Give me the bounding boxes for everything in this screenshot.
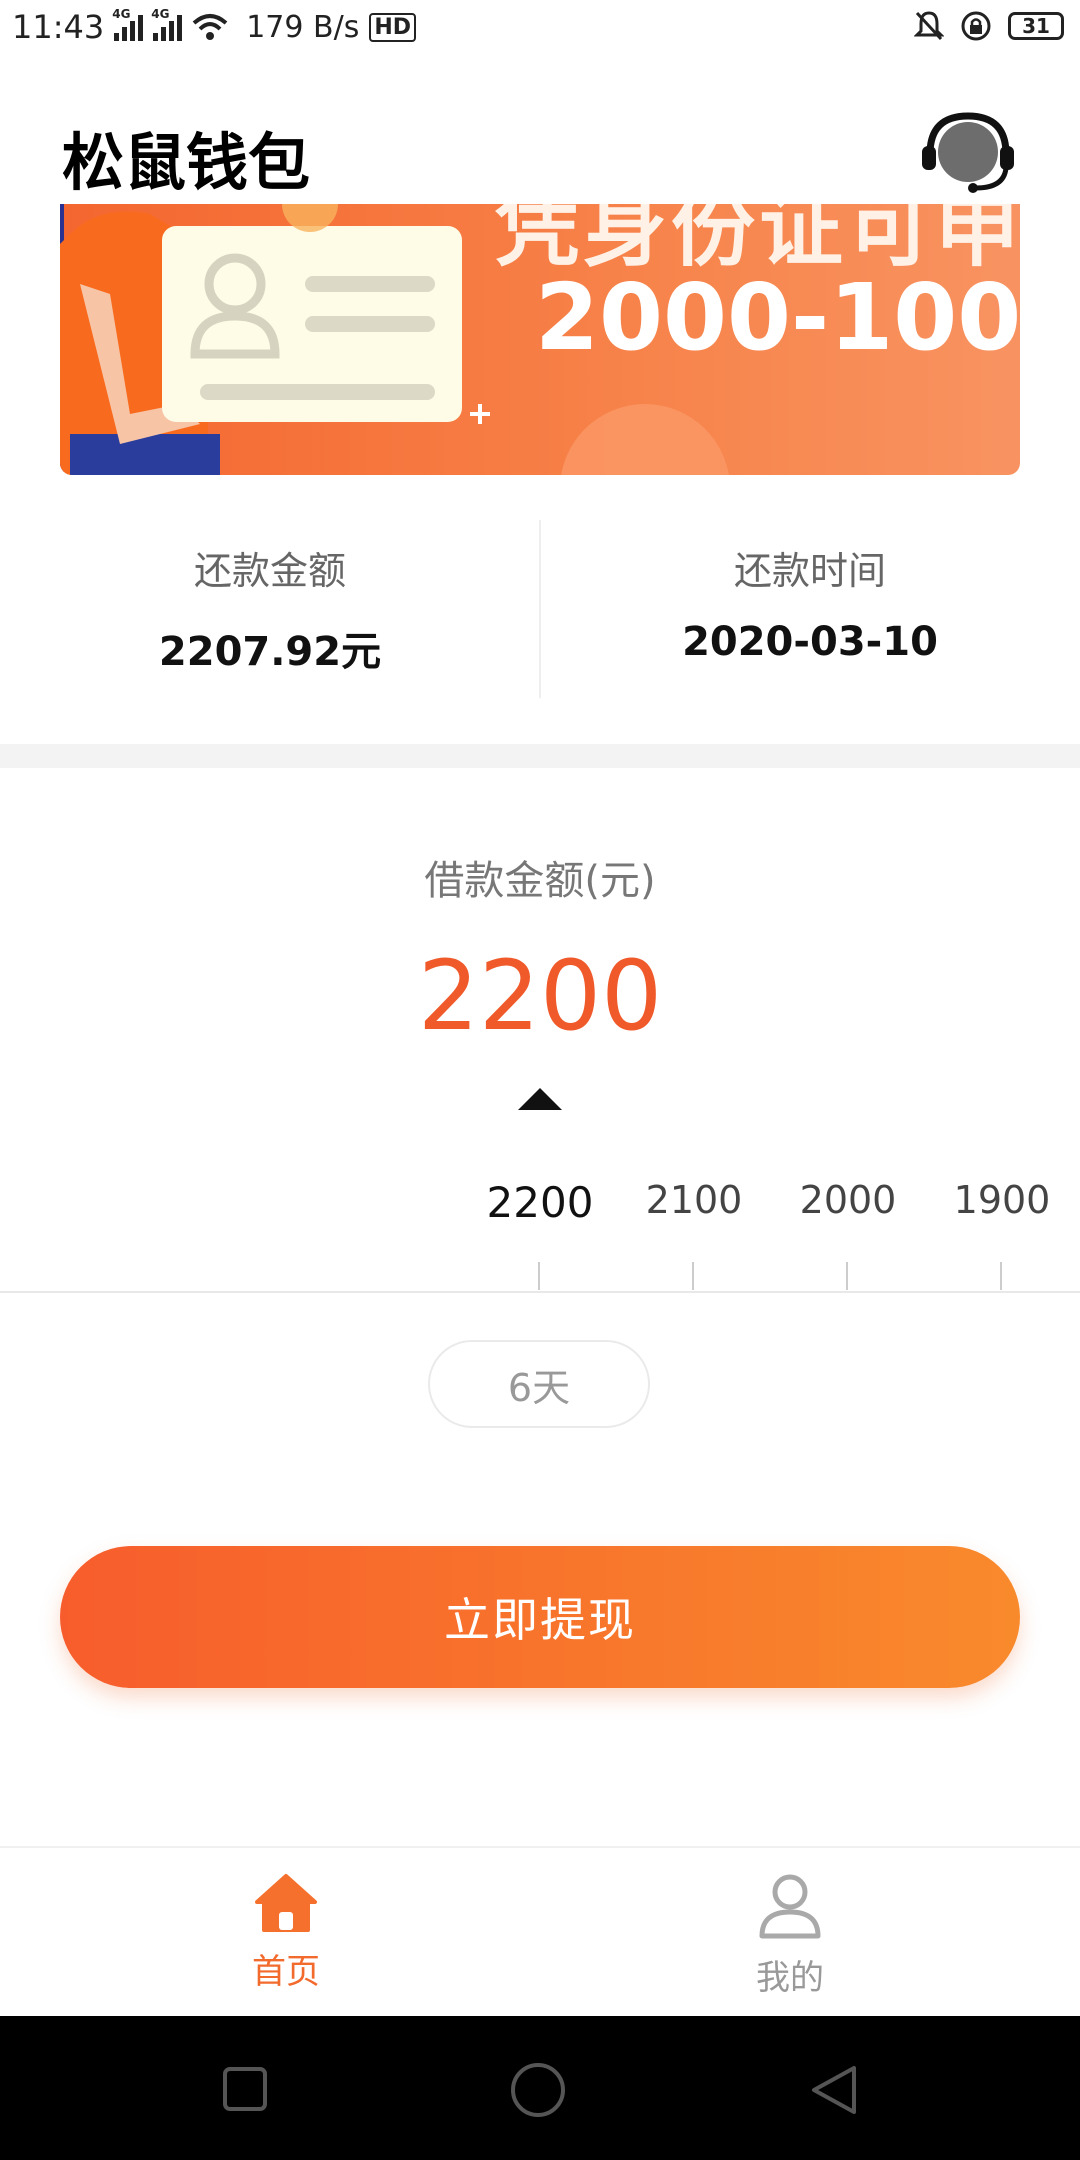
battery-indicator: 31 bbox=[1008, 12, 1064, 40]
repay-date-block: 还款时间 2020-03-10 bbox=[540, 540, 1080, 665]
signal-icon-1: 4G bbox=[112, 7, 144, 41]
nav-item-home[interactable]: 首页 bbox=[196, 1872, 376, 1993]
mute-bell-icon bbox=[914, 11, 944, 41]
system-nav-bar bbox=[0, 2016, 1080, 2160]
recent-apps-icon[interactable] bbox=[222, 2066, 268, 2112]
user-icon bbox=[759, 1874, 821, 1939]
lock-rotation-icon bbox=[961, 11, 991, 41]
ruler-value[interactable]: 1900 bbox=[942, 1178, 1062, 1222]
banner-illustration bbox=[60, 204, 490, 475]
repay-amount-block: 还款金额 2207.92元 bbox=[0, 540, 540, 677]
headset-icon[interactable] bbox=[918, 110, 1018, 194]
home-circle-icon[interactable] bbox=[510, 2062, 566, 2118]
banner-circle-decoration bbox=[560, 404, 730, 475]
page-title: 松鼠钱包 bbox=[62, 126, 311, 199]
hd-icon: HD bbox=[369, 12, 417, 42]
loan-amount-value: 2200 bbox=[417, 940, 663, 1052]
status-left: 11:43 4G 4G 179 B/s HD bbox=[12, 7, 417, 46]
banner-amount-range: 2000-10000 bbox=[535, 264, 1020, 371]
ruler-value[interactable]: 2100 bbox=[634, 1178, 754, 1222]
status-bar: 11:43 4G 4G 179 B/s HD 31 bbox=[0, 0, 1080, 56]
ruler-value[interactable]: 2000 bbox=[788, 1178, 908, 1222]
network-speed: 179 B/s bbox=[246, 9, 360, 45]
ruler-tick bbox=[846, 1262, 848, 1290]
home-icon bbox=[255, 1874, 317, 1932]
nav-label-home: 首页 bbox=[252, 1952, 320, 1992]
ruler-tick bbox=[538, 1262, 540, 1290]
nav-item-mine[interactable]: 我的 bbox=[700, 1872, 880, 1999]
back-icon[interactable] bbox=[808, 2064, 858, 2116]
status-right: 31 bbox=[914, 10, 1064, 42]
ruler-value-selected[interactable]: 2200 bbox=[480, 1178, 600, 1227]
nav-label-mine: 我的 bbox=[756, 1958, 824, 1998]
repay-date-label: 还款时间 bbox=[733, 549, 886, 593]
loan-amount-label: 借款金额(元) bbox=[424, 858, 656, 904]
signal-icon-2: 4G bbox=[151, 7, 183, 41]
section-separator bbox=[0, 744, 1080, 768]
withdraw-button[interactable]: 立即提现 bbox=[60, 1546, 1020, 1688]
repay-amount-value: 2207.92元 bbox=[158, 629, 382, 675]
bottom-nav: 首页 我的 bbox=[0, 1846, 1080, 2018]
loan-term-chip[interactable]: 6天 bbox=[428, 1340, 650, 1428]
promo-banner[interactable]: 凭身份证可申请 2000-10000 bbox=[60, 204, 1020, 475]
amount-ruler-slider[interactable] bbox=[0, 1291, 1080, 1293]
repay-amount-label: 还款金额 bbox=[193, 549, 346, 593]
repay-date-value: 2020-03-10 bbox=[682, 619, 938, 665]
ruler-pointer-icon bbox=[518, 1088, 562, 1110]
ruler-tick bbox=[1000, 1262, 1002, 1290]
status-time: 11:43 bbox=[12, 8, 105, 46]
ruler-tick bbox=[692, 1262, 694, 1290]
wifi-icon bbox=[192, 14, 228, 40]
